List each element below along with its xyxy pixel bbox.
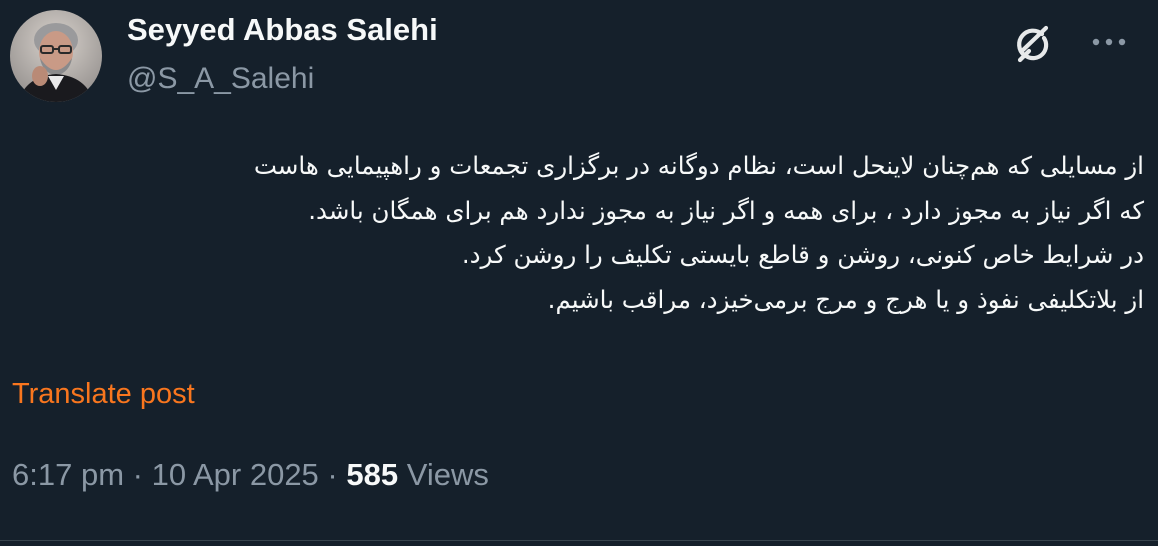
tweet-time[interactable]: 6:17 pm (12, 457, 124, 492)
meta-separator: · (327, 457, 338, 492)
author-avatar[interactable] (10, 10, 102, 102)
tweet-meta: 6:17 pm · 10 Apr 2025 · 585 Views (12, 457, 489, 493)
views-count: 585 (346, 457, 399, 492)
author-display-name[interactable]: Seyyed Abbas Salehi (127, 12, 438, 48)
tweet-line: در شرایط خاص کنونی، روشن و قاطع بایستی ت… (461, 240, 1144, 269)
tweet-line: از بلاتکلیفی نفوذ و یا هرج و مرج برمی‌خی… (547, 284, 1144, 314)
tweet-date[interactable]: 10 Apr 2025 (152, 457, 319, 492)
divider (0, 540, 1158, 541)
tweet-line: از مسایلی که هم‌چنان لاینحل است، نظام دو… (253, 151, 1144, 180)
views-label: Views (406, 457, 489, 492)
profile-photo-icon (10, 10, 102, 102)
tweet-line: که اگر نیاز به مجوز دارد ، برای همه و اگ… (308, 195, 1144, 225)
tweet-text: از مسایلی که هم‌چنان لاینحل است، نظام دو… (12, 144, 1144, 322)
translate-post-link[interactable]: Translate post (12, 378, 195, 411)
author-handle[interactable]: @S_A_Salehi (127, 62, 314, 96)
meta-separator: · (132, 457, 143, 492)
more-options-icon[interactable] (1086, 22, 1132, 62)
grok-icon[interactable] (1010, 20, 1056, 66)
